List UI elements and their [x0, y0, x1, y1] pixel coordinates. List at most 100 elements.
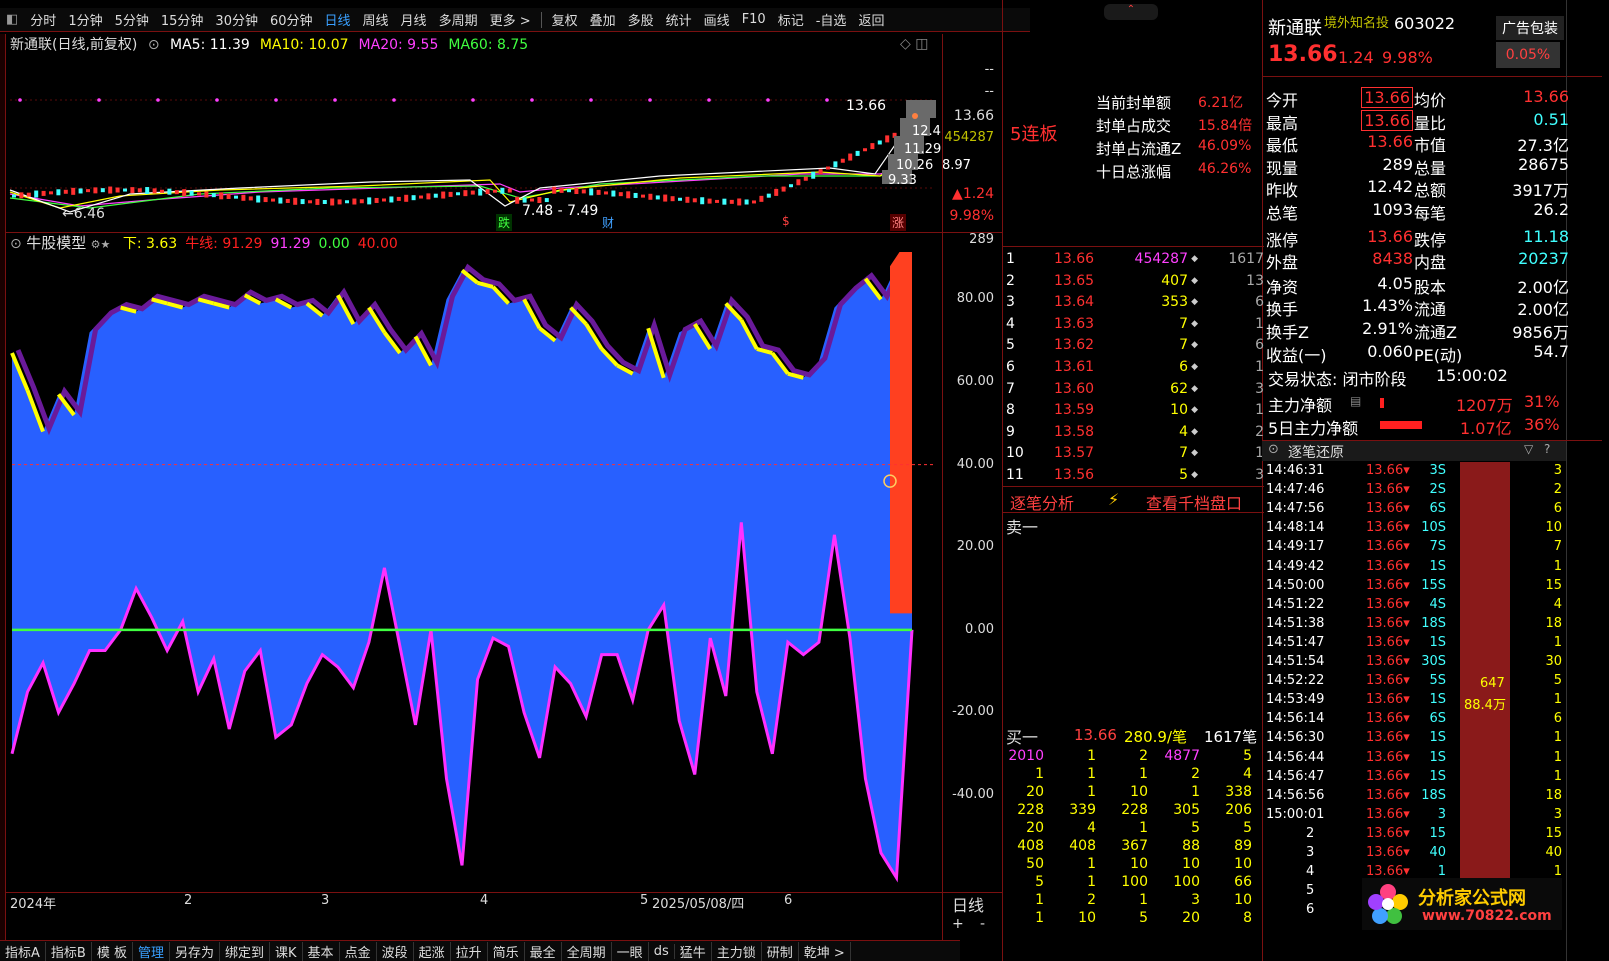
tool-button[interactable]: 画线 — [698, 10, 736, 29]
zoom-out-button[interactable]: - — [980, 916, 985, 932]
stock-tag[interactable]: 境外知名投 — [1324, 12, 1389, 31]
order-level-index: 9 — [1006, 423, 1015, 440]
template-button[interactable]: 基本 — [303, 941, 340, 961]
candle — [174, 190, 179, 195]
template-button[interactable]: 猛牛 — [675, 941, 712, 961]
tick-count: 2 — [1553, 482, 1562, 498]
template-button[interactable]: 起涨 — [414, 941, 451, 961]
period-tab[interactable]: 分时 — [24, 10, 62, 29]
template-button[interactable]: 另存为 — [170, 941, 220, 961]
period-tab[interactable]: 周线 — [357, 10, 395, 29]
indicator-value: 40.00 — [357, 236, 398, 252]
template-button[interactable]: ds — [649, 943, 675, 959]
range-label: 7.48 - 7.49 — [522, 203, 599, 219]
template-button[interactable]: 管理 — [133, 941, 170, 961]
indicator-settings-icon[interactable]: ⚙★ — [91, 238, 111, 251]
order-level-row[interactable]: 5 13.62 7 ◆ 6 — [1004, 335, 1268, 357]
template-button[interactable]: 简乐 — [488, 941, 525, 961]
template-button[interactable]: 课K — [270, 941, 303, 961]
period-tab[interactable]: 更多 > — [484, 10, 537, 29]
period-tab[interactable]: 15分钟 — [155, 10, 210, 29]
candle — [167, 188, 172, 195]
tool-button[interactable]: 标记 — [772, 10, 810, 29]
template-button[interactable]: 指标A — [0, 941, 46, 961]
order-level-volume: 407 — [1161, 272, 1188, 289]
candle — [796, 179, 801, 186]
buy-queue-cell: 206 — [1225, 802, 1252, 818]
summary-label: 当前封单额 — [1096, 94, 1172, 112]
template-button[interactable]: 指标B — [46, 941, 92, 961]
order-level-row[interactable]: 10 13.57 7 ◆ 1 — [1004, 443, 1268, 465]
order-level-row[interactable]: 7 13.60 62 ◆ 3 — [1004, 379, 1268, 401]
tick-volume: 15 — [1429, 825, 1446, 841]
order-level-row[interactable]: 3 13.64 353 ◆ 6 — [1004, 292, 1268, 314]
toolbar-toggle-icon[interactable]: ◧ — [0, 12, 24, 27]
tab-tick-analysis[interactable]: 逐笔分析 — [1010, 490, 1074, 514]
candle — [470, 190, 475, 195]
candle — [722, 198, 727, 205]
indicator-name[interactable]: 牛股模型 — [26, 234, 86, 252]
order-level-row[interactable]: 2 13.65 407 ◆ 13 — [1004, 271, 1268, 293]
indicator-collapse-icon[interactable]: ⊙ — [10, 236, 22, 252]
event-marker[interactable]: 财 — [600, 214, 616, 231]
tool-button[interactable]: 返回 — [852, 10, 890, 29]
order-level-row[interactable]: 4 13.63 7 ◆ 1 — [1004, 314, 1268, 336]
summary-label: 封单占成交 — [1096, 117, 1172, 135]
order-level-volume: 4 — [1179, 423, 1188, 440]
candle — [108, 186, 113, 194]
event-marker[interactable]: $ — [780, 214, 792, 228]
period-tab[interactable]: 月线 — [395, 10, 433, 29]
event-marker[interactable]: 涨 — [890, 214, 907, 231]
tool-button[interactable]: 复权 — [546, 10, 584, 29]
quote-value: 26.2 — [1533, 200, 1569, 219]
order-level-row[interactable]: 6 13.61 6 ◆ 1 — [1004, 357, 1268, 379]
template-button[interactable]: 拉升 — [451, 941, 488, 961]
period-tab[interactable]: 多周期 — [433, 10, 484, 29]
order-level-volume: 454287 — [1134, 251, 1188, 267]
template-button[interactable]: 绑定到 — [220, 941, 271, 961]
tool-button[interactable]: -自选 — [810, 10, 853, 29]
main-flow-pct: 31% — [1524, 392, 1560, 411]
candle — [803, 176, 808, 181]
help-icon[interactable]: ? — [1544, 442, 1550, 456]
info-icon[interactable]: ▤ — [1350, 394, 1361, 408]
tab-depth-view[interactable]: 查看千档盘口 — [1146, 490, 1242, 514]
quote-value: 28675 — [1518, 154, 1569, 174]
chart-expand-icon[interactable]: ◇ ◫ — [900, 36, 928, 52]
template-button[interactable]: 波段 — [377, 941, 414, 961]
candle — [234, 195, 238, 199]
candle — [293, 197, 298, 205]
template-button[interactable]: 主力锁 — [712, 941, 762, 961]
template-button[interactable]: 最全 — [525, 941, 562, 961]
template-button[interactable]: 乾坤 > — [799, 941, 851, 961]
lightning-icon[interactable]: ⚡ — [1108, 490, 1119, 509]
tick-collapse-icon[interactable]: ⊙ — [1268, 442, 1279, 457]
tool-button[interactable]: 多股 — [622, 10, 660, 29]
template-button[interactable]: 一眼 — [612, 941, 649, 961]
template-button[interactable]: 模 板 — [92, 941, 133, 961]
period-tab[interactable]: 30分钟 — [209, 10, 264, 29]
period-tab[interactable]: 5分钟 — [109, 10, 155, 29]
ma-legend: MA5: 11.39 MA10: 10.07 MA20: 9.55 MA60: 8.7… — [170, 37, 538, 53]
order-level-row[interactable]: 1 13.66 454287 ◆ 1617 — [1004, 249, 1268, 271]
template-button[interactable]: 全周期 — [562, 941, 612, 961]
order-level-row[interactable]: 8 13.59 10 ◆ 1 — [1004, 400, 1268, 422]
zoom-in-button[interactable]: + — [952, 916, 964, 932]
order-level-row[interactable]: 9 13.58 4 ◆ 2 — [1004, 422, 1268, 444]
template-button[interactable]: 研制 — [762, 941, 799, 961]
candle — [885, 135, 890, 143]
tool-button[interactable]: 统计 — [660, 10, 698, 29]
order-level-row[interactable]: 11 13.56 5 ◆ 3 — [1004, 465, 1268, 487]
template-button[interactable]: 点金 — [340, 941, 377, 961]
period-tab[interactable]: 日线 — [319, 10, 357, 29]
event-marker[interactable]: 跌 — [496, 214, 513, 231]
period-tab[interactable]: 1分钟 — [62, 10, 108, 29]
settings-icon[interactable]: ⊙ — [148, 37, 160, 53]
filter-icon[interactable]: ▽ — [1524, 442, 1533, 456]
tool-button[interactable]: 叠加 — [584, 10, 622, 29]
quote-value: 13.66 — [1361, 87, 1413, 108]
ad-label[interactable]: 广告包装 — [1496, 16, 1564, 40]
tool-button[interactable]: F10 — [736, 12, 772, 27]
period-tab[interactable]: 60分钟 — [264, 10, 319, 29]
collapse-arrow-icon[interactable]: ⌃ — [1104, 4, 1158, 20]
